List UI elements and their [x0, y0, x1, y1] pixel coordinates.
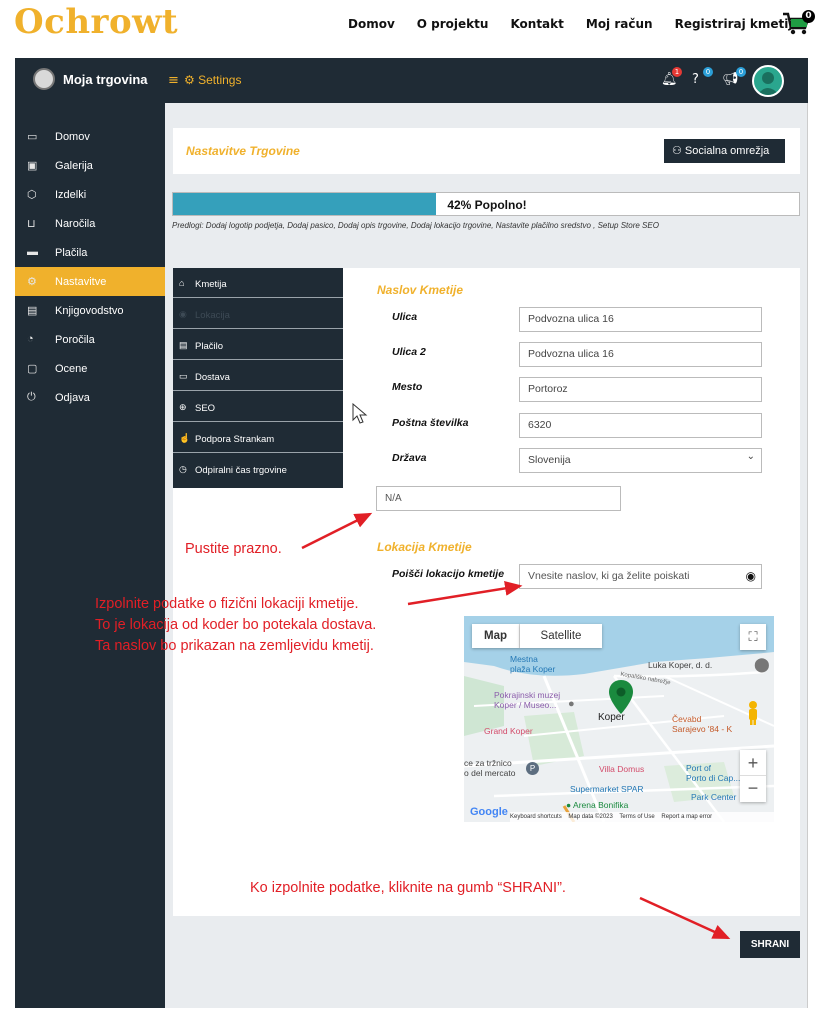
- arrow-to-location-search: [407, 580, 523, 606]
- arrow-to-save-button: [639, 896, 731, 940]
- arrow-to-empty-field: [301, 512, 373, 550]
- annotation-arrows: [301, 512, 731, 940]
